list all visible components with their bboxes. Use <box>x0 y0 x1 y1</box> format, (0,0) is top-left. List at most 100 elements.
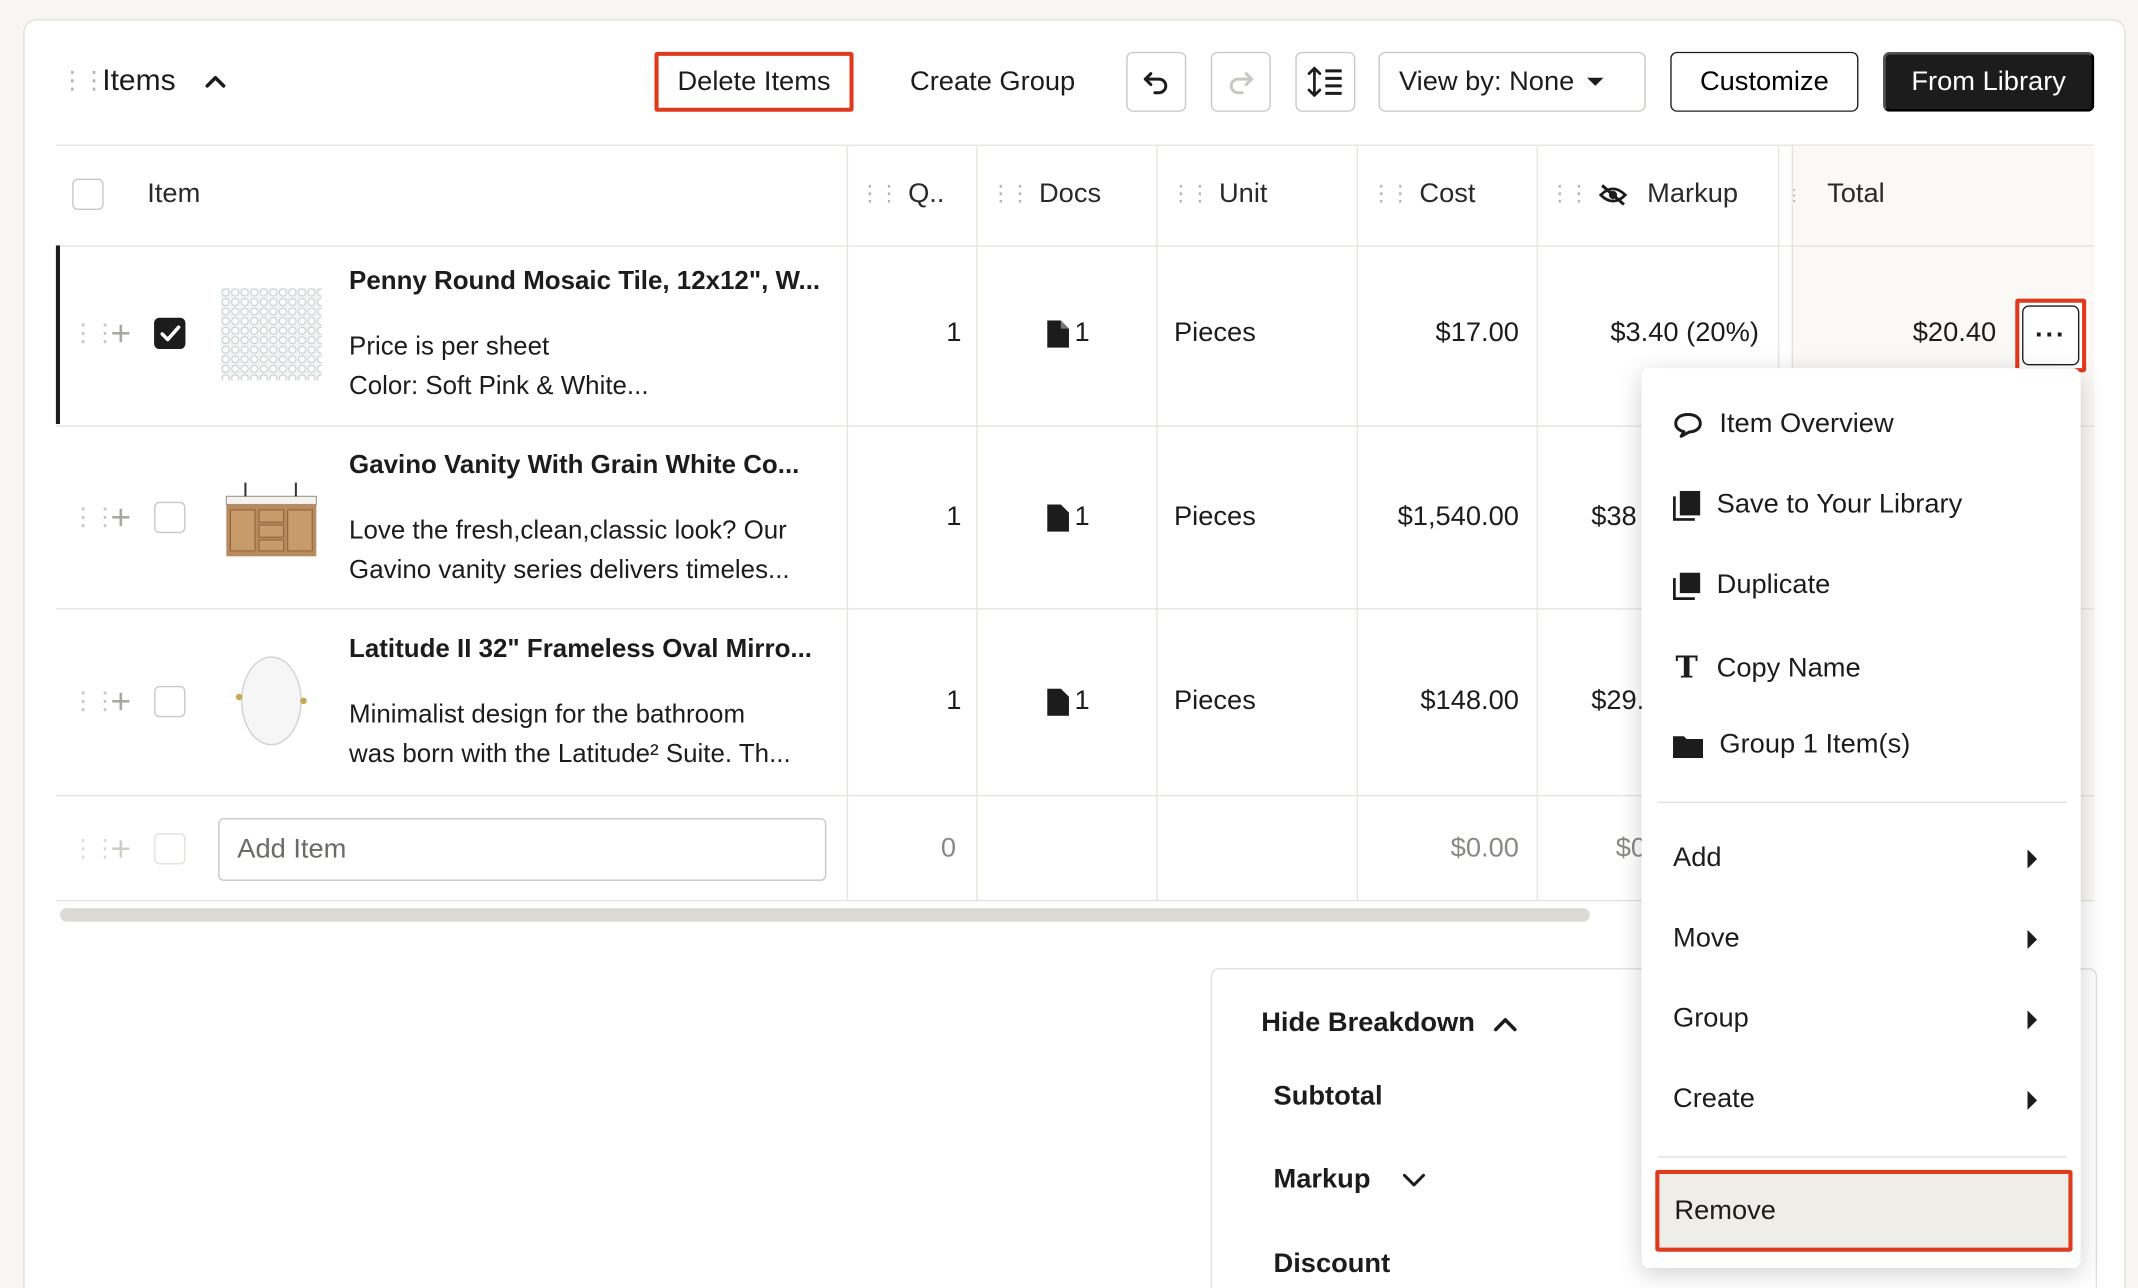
add-sub-item-icon[interactable]: + <box>110 315 131 350</box>
column-header-docs[interactable]: ⋮⋮ Docs <box>990 179 1101 210</box>
hide-breakdown-toggle[interactable]: Hide Breakdown <box>1261 1008 1518 1039</box>
column-header-label: Unit <box>1218 178 1268 209</box>
cost-cell[interactable]: $17.00 <box>1364 318 1519 349</box>
undo-icon <box>1143 72 1168 95</box>
menu-item-overview[interactable]: Item Overview <box>1673 409 1894 440</box>
row-drag-handle-icon: ⋮⋮ <box>70 834 117 862</box>
menu-submenu-move[interactable]: Move <box>1673 923 2038 954</box>
divider <box>55 144 2095 146</box>
markup-label: Markup <box>1273 1164 1371 1195</box>
undo-button[interactable] <box>1126 51 1187 112</box>
row-checkbox[interactable] <box>154 685 186 718</box>
column-divider <box>1156 144 1158 900</box>
menu-item-group-items[interactable]: Group 1 Item(s) <box>1673 729 1910 760</box>
docs-cell[interactable]: 1 <box>1047 501 1090 533</box>
document-icon <box>1047 319 1069 348</box>
column-header-cost[interactable]: ⋮⋮ Cost <box>1370 179 1475 210</box>
chevron-down-icon <box>1403 1173 1426 1186</box>
menu-item-label: Move <box>1673 923 1740 954</box>
item-name[interactable]: Penny Round Mosaic Tile, 12x12", W... <box>349 267 820 297</box>
item-thumbnail-tile[interactable] <box>220 287 322 381</box>
row-density-button[interactable] <box>1295 51 1356 112</box>
drag-handle-icon[interactable]: ⋮⋮ <box>1549 183 1590 205</box>
unit-cell[interactable]: Pieces <box>1174 318 1256 349</box>
column-header-total[interactable]: ⋮ Total <box>1786 179 1885 210</box>
eye-off-icon[interactable] <box>1598 182 1628 207</box>
delete-items-button[interactable]: Delete Items <box>654 51 854 112</box>
item-description-line: was born with the Latitude² Suite. Th... <box>349 740 791 770</box>
menu-submenu-create[interactable]: Create <box>1673 1084 2038 1115</box>
chevron-up-icon[interactable] <box>202 68 229 95</box>
item-name[interactable]: Latitude II 32" Frameless Oval Mirro... <box>349 635 812 665</box>
add-sub-item-icon[interactable]: + <box>110 683 131 718</box>
markup-cell[interactable]: $29. <box>1591 686 1644 717</box>
menu-item-copy-name[interactable]: T Copy Name <box>1673 650 1860 686</box>
select-all-checkbox[interactable] <box>72 178 104 210</box>
item-name[interactable]: Gavino Vanity With Grain White Co... <box>349 451 799 481</box>
markup-cell[interactable]: $3.40 (20%) <box>1541 318 1759 349</box>
docs-count: 1 <box>1074 685 1090 716</box>
column-divider <box>976 144 978 900</box>
add-sub-item-icon[interactable]: + <box>110 499 131 534</box>
row-checkbox[interactable] <box>154 501 186 534</box>
drag-handle-icon[interactable]: ⋮⋮ <box>1170 183 1211 205</box>
docs-count: 1 <box>1074 501 1090 532</box>
qty-cell[interactable]: 1 <box>946 318 961 349</box>
section-drag-handle-icon[interactable]: ⋮⋮ <box>60 68 106 93</box>
create-group-button[interactable]: Create Group <box>886 51 1099 112</box>
view-by-dropdown[interactable]: View by: None <box>1378 51 1646 112</box>
qty-cell[interactable]: 1 <box>946 502 961 533</box>
column-header-item[interactable]: Item <box>147 179 200 210</box>
drag-handle-icon[interactable]: ⋮ <box>1786 186 1802 202</box>
menu-item-save-to-library[interactable]: Save to Your Library <box>1673 489 1962 521</box>
column-header-label: Markup <box>1647 178 1739 209</box>
redo-button[interactable] <box>1210 51 1271 112</box>
column-header-qty[interactable]: ⋮⋮ Q.. <box>859 179 944 210</box>
menu-submenu-group[interactable]: Group <box>1673 1004 2038 1035</box>
menu-item-label: Item Overview <box>1719 409 1894 440</box>
line-height-icon <box>1307 66 1342 97</box>
cost-cell[interactable]: $148.00 <box>1364 686 1519 717</box>
docs-cell[interactable]: 1 <box>1047 685 1090 717</box>
menu-item-duplicate[interactable]: Duplicate <box>1673 570 1830 601</box>
cost-cell[interactable]: $1,540.00 <box>1364 502 1519 533</box>
add-item-input[interactable]: Add Item <box>218 818 827 881</box>
unit-cell[interactable]: Pieces <box>1174 686 1256 717</box>
item-description-line: Love the fresh,clean,classic look? Our <box>349 516 787 546</box>
book-icon <box>1673 490 1701 521</box>
row-drag-handle-icon[interactable]: ⋮⋮ <box>71 503 117 532</box>
column-header-markup[interactable]: ⋮⋮ Markup <box>1549 179 1738 210</box>
row-more-actions-button[interactable]: ··· <box>2015 298 2087 373</box>
customize-button[interactable]: Customize <box>1670 51 1859 112</box>
row-drag-handle-icon[interactable]: ⋮⋮ <box>71 319 117 348</box>
selected-row-indicator <box>55 245 60 425</box>
menu-divider <box>1658 801 2068 804</box>
row-checkbox[interactable] <box>154 317 186 350</box>
row-context-menu: Item Overview Save to Your Library Dupli… <box>1641 368 2081 1269</box>
horizontal-scrollbar[interactable] <box>59 908 1590 922</box>
drag-handle-icon[interactable]: ⋮⋮ <box>1370 183 1411 205</box>
markup-breakdown-toggle[interactable]: Markup <box>1274 1164 1428 1195</box>
drag-handle-icon[interactable]: ⋮⋮ <box>990 183 1031 205</box>
chevron-up-icon <box>1493 1017 1517 1031</box>
more-horizontal-icon: ··· <box>2022 305 2080 366</box>
drag-handle-icon[interactable]: ⋮⋮ <box>859 183 900 205</box>
folder-icon <box>1673 735 1704 758</box>
markup-cell[interactable]: $38 <box>1591 502 1637 533</box>
from-library-button[interactable]: From Library <box>1882 51 2095 112</box>
caret-right-icon <box>2027 1090 2038 1110</box>
discount-label: Discount <box>1273 1248 1391 1279</box>
qty-cell[interactable]: 1 <box>946 686 961 717</box>
docs-cell[interactable]: 1 <box>1047 318 1090 349</box>
item-thumbnail-vanity[interactable] <box>221 477 322 570</box>
item-description-line: Minimalist design for the bathroom <box>349 700 746 730</box>
row-drag-handle-icon[interactable]: ⋮⋮ <box>71 687 117 716</box>
menu-submenu-add[interactable]: Add <box>1673 843 2038 874</box>
menu-item-label: Group <box>1673 1003 1749 1034</box>
column-header-unit[interactable]: ⋮⋮ Unit <box>1170 179 1268 210</box>
text-type-icon: T <box>1675 650 1698 686</box>
item-thumbnail-mirror[interactable] <box>221 654 322 747</box>
menu-item-remove[interactable]: Remove <box>1655 1169 2073 1252</box>
section-title: Items <box>102 62 176 97</box>
unit-cell[interactable]: Pieces <box>1174 502 1256 533</box>
